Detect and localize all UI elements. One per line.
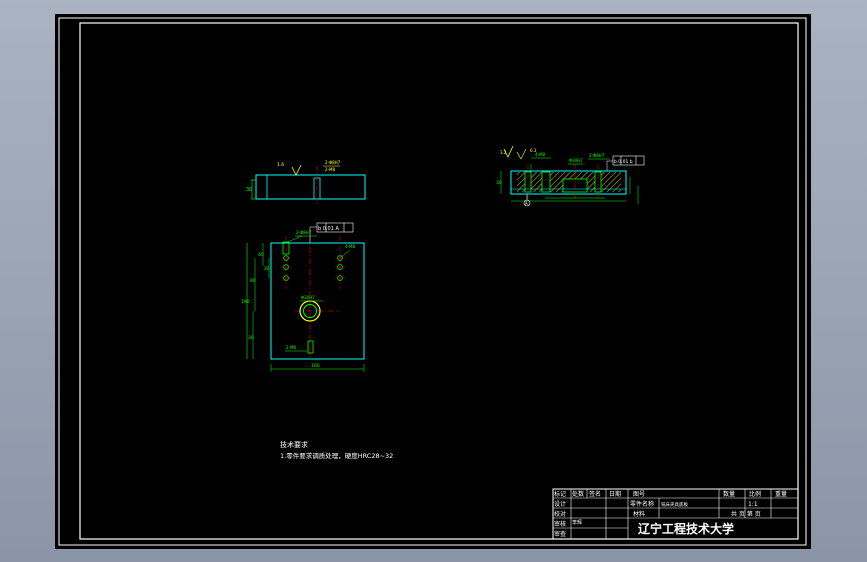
dim-h2: 40 bbox=[258, 252, 264, 258]
tb-scale-value: 1:1 bbox=[748, 501, 758, 508]
dim-d2: 4-M8 bbox=[345, 244, 355, 249]
tb-count: 处数 bbox=[572, 490, 584, 498]
tb-scale: 比例 bbox=[749, 490, 761, 498]
tb-check: 校对 bbox=[554, 510, 566, 518]
dim-width: 160 bbox=[311, 363, 320, 369]
dim-height: 190 bbox=[241, 299, 250, 305]
tb-part-label: 零件名称 bbox=[630, 500, 654, 508]
tb-weight: 重量 bbox=[775, 490, 787, 498]
pin-hole-bottom bbox=[307, 340, 314, 354]
dim-d1: 2-Φ8H7 bbox=[296, 230, 312, 235]
section-dim-d7: 4-M8 bbox=[535, 152, 545, 157]
notes-line-1: 1.零件要求调质处理，硬度HRC28~32 bbox=[280, 451, 393, 460]
title-block-text: 标记 处数 签名 日期 图号 数量 比例 重量 设计 零件名称 铣床夹具底板 1… bbox=[554, 490, 787, 538]
dim-h1: 30 bbox=[246, 187, 252, 193]
dim-t2: 30 bbox=[248, 335, 254, 341]
dim-v1: 80 bbox=[250, 278, 256, 284]
tolerance-1: b 0.01 A bbox=[318, 226, 339, 232]
tolerance-2: b 0.01 b bbox=[614, 159, 633, 165]
dim-d4: 2-M6 bbox=[286, 345, 296, 350]
dim-d5: 2-Φ8H7 bbox=[325, 160, 341, 165]
tb-review: 审查 bbox=[554, 530, 566, 538]
tb-sheets: 共 页 第 页 bbox=[731, 510, 761, 518]
tb-material-label: 材料 bbox=[633, 510, 645, 518]
roughness-mark-1 bbox=[291, 164, 302, 176]
tb-qty: 数量 bbox=[723, 490, 735, 498]
inner-border bbox=[79, 22, 799, 540]
tb-sign: 签名 bbox=[589, 490, 601, 498]
front-view: 160 190 80 40 20 30 2-Φ8H7 4-M8 Φ30H7 2-… bbox=[241, 222, 365, 372]
tb-mark: 标记 bbox=[554, 490, 566, 498]
technical-notes: 技术要求 1.零件要求调质处理，硬度HRC28~32 bbox=[280, 440, 393, 460]
tb-drawno: 图号 bbox=[633, 491, 645, 498]
section-dim-d1: 2-Φ8H7 bbox=[589, 153, 605, 158]
top-view-outline bbox=[255, 174, 366, 200]
section-view: 30 A 3.2 6.3 4-M8 Φ30H7 2-Φ8H7 b 0.01 b bbox=[496, 145, 645, 207]
tb-school: 辽宁工程技术大学 bbox=[638, 521, 734, 536]
top-view: 30 1.6 2-Φ8H7 2-M8 bbox=[246, 160, 366, 204]
dim-d3: Φ30H7 bbox=[301, 295, 315, 300]
tb-design: 设计 bbox=[554, 500, 566, 508]
notes-heading: 技术要求 bbox=[280, 440, 308, 449]
roughness-2: 3.2 bbox=[500, 150, 507, 155]
section-dim-t: 30 bbox=[496, 180, 502, 186]
dim-d6: 2-M8 bbox=[325, 167, 335, 172]
datum-label: A bbox=[525, 201, 528, 206]
drawing-sheet: 30 1.6 2-Φ8H7 2-M8 160 190 80 40 20 30 2… bbox=[55, 14, 811, 549]
tb-designer: 李辉 bbox=[572, 519, 582, 526]
section-dim-d8: Φ30H7 bbox=[569, 158, 583, 163]
tb-part-name: 铣床夹具底板 bbox=[661, 501, 688, 508]
dim-t1: 20 bbox=[264, 266, 270, 272]
tb-date: 日期 bbox=[609, 490, 621, 498]
outer-border bbox=[58, 17, 807, 546]
cad-drawing: 30 1.6 2-Φ8H7 2-M8 160 190 80 40 20 30 2… bbox=[58, 17, 807, 546]
tb-audit: 审核 bbox=[554, 520, 566, 528]
roughness-1: 1.6 bbox=[277, 162, 284, 168]
